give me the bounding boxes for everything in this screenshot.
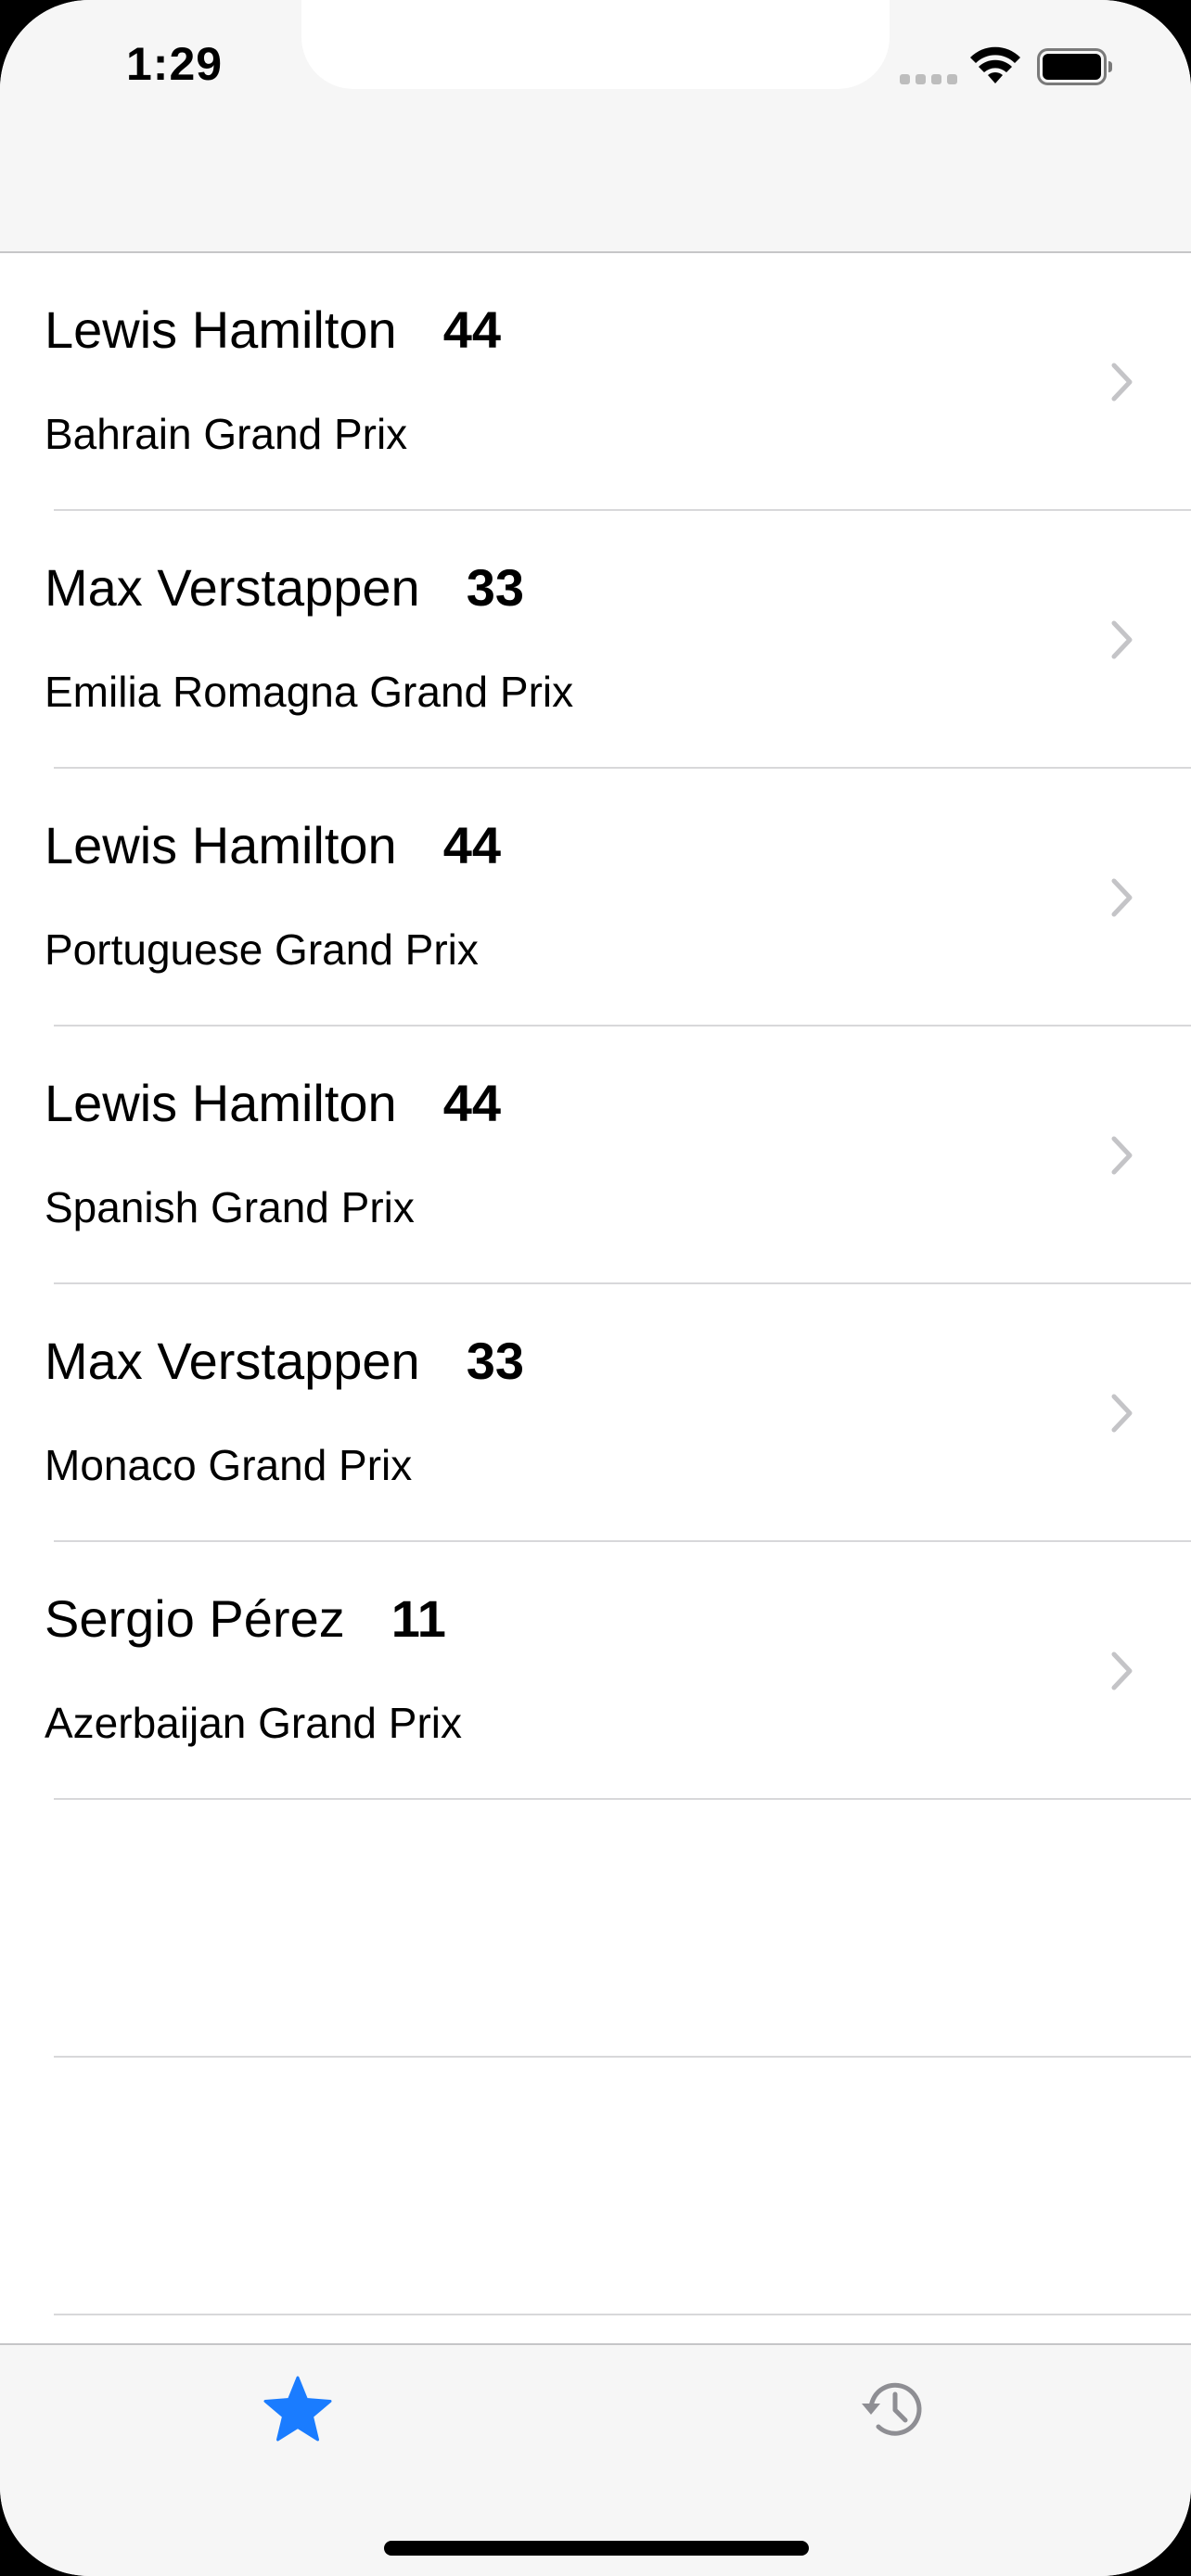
driver-number: 33 (466, 558, 524, 617)
driver-name: Max Verstappen (45, 1332, 420, 1390)
battery-icon (1037, 48, 1112, 85)
row-separator (54, 2314, 1191, 2315)
tab-favorites[interactable] (256, 2367, 339, 2451)
race-name: Monaco Grand Prix (45, 1441, 413, 1489)
empty-row (0, 1800, 1191, 2058)
race-name: Bahrain Grand Prix (45, 410, 408, 458)
tab-history[interactable] (852, 2367, 935, 2451)
cellular-signal-icon (900, 74, 957, 84)
home-indicator[interactable] (384, 2541, 809, 2556)
notch (301, 0, 890, 89)
list-item[interactable]: Lewis Hamilton 44 Bahrain Grand Prix (0, 253, 1191, 511)
chevron-right-icon (1111, 1394, 1133, 1433)
empty-row (0, 2058, 1191, 2315)
race-name: Emilia Romagna Grand Prix (45, 668, 574, 716)
driver-number: 11 (391, 1589, 446, 1648)
driver-line: Lewis Hamilton 44 (45, 300, 501, 360)
wifi-icon (970, 46, 1020, 83)
race-name: Portuguese Grand Prix (45, 925, 479, 974)
list-item[interactable]: Lewis Hamilton 44 Spanish Grand Prix (0, 1027, 1191, 1284)
list-item[interactable]: Lewis Hamilton 44 Portuguese Grand Prix (0, 769, 1191, 1027)
driver-name: Lewis Hamilton (45, 1074, 397, 1132)
chevron-right-icon (1111, 363, 1133, 402)
list-item[interactable]: Sergio Pérez 11 Azerbaijan Grand Prix (0, 1542, 1191, 1800)
history-icon (862, 2382, 922, 2436)
driver-line: Lewis Hamilton 44 (45, 1073, 501, 1133)
driver-name: Lewis Hamilton (45, 816, 397, 874)
driver-number: 44 (442, 300, 501, 359)
driver-number: 33 (466, 1332, 524, 1390)
chevron-right-icon (1111, 878, 1133, 917)
driver-name: Lewis Hamilton (45, 300, 397, 359)
navigation-bar: 1:29 (0, 0, 1191, 253)
star-icon (263, 2376, 332, 2442)
status-time: 1:29 (126, 38, 224, 90)
driver-line: Max Verstappen 33 (45, 1331, 524, 1391)
chevron-right-icon (1111, 620, 1133, 659)
race-name: Azerbaijan Grand Prix (45, 1699, 462, 1747)
list-item[interactable]: Max Verstappen 33 Emilia Romagna Grand P… (0, 511, 1191, 769)
chevron-right-icon (1111, 1136, 1133, 1175)
phone-screen: 1:29 Lewis Hamilton 44 Bahrain Grand Pri… (0, 0, 1191, 2576)
driver-number: 44 (442, 1074, 501, 1132)
list-item[interactable]: Max Verstappen 33 Monaco Grand Prix (0, 1284, 1191, 1542)
driver-line: Max Verstappen 33 (45, 557, 524, 618)
driver-name: Max Verstappen (45, 558, 420, 617)
chevron-right-icon (1111, 1651, 1133, 1690)
race-name: Spanish Grand Prix (45, 1183, 415, 1231)
driver-number: 44 (442, 816, 501, 874)
race-list: Lewis Hamilton 44 Bahrain Grand Prix Max… (0, 253, 1191, 2315)
driver-line: Lewis Hamilton 44 (45, 815, 501, 875)
driver-line: Sergio Pérez 11 (45, 1588, 446, 1649)
driver-name: Sergio Pérez (45, 1589, 345, 1648)
